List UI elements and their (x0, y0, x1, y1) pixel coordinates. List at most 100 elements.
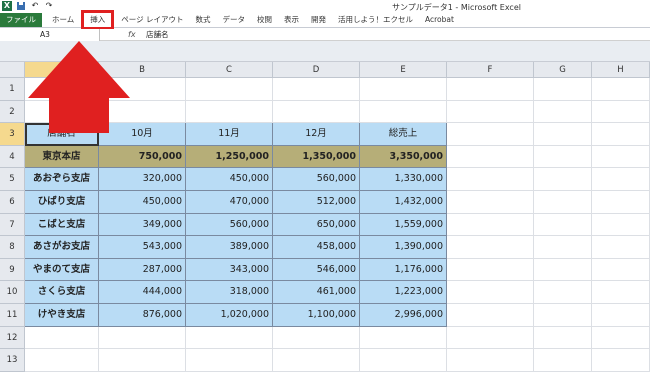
formula-input[interactable]: 店舗名 (146, 29, 169, 41)
cell[interactable] (360, 326, 447, 350)
cell[interactable] (447, 100, 534, 124)
cell[interactable] (447, 258, 534, 282)
cell[interactable] (592, 236, 650, 259)
cell[interactable] (447, 236, 534, 259)
cell[interactable] (534, 281, 592, 304)
sales-value-cell[interactable]: 1,330,000 (360, 168, 447, 191)
cell[interactable] (447, 191, 534, 214)
tab-review[interactable]: 校閲 (251, 13, 278, 27)
cell[interactable] (592, 213, 650, 237)
cell[interactable] (99, 349, 186, 372)
cell[interactable] (534, 213, 592, 237)
cell[interactable] (534, 168, 592, 191)
store-name-cell[interactable]: あおぞら支店 (25, 168, 99, 191)
sales-value-cell[interactable]: 1,176,000 (360, 258, 447, 282)
redo-icon[interactable]: ↷ (44, 1, 54, 11)
sales-value-cell[interactable]: 546,000 (273, 258, 360, 282)
sales-value-cell[interactable]: 1,020,000 (186, 304, 273, 327)
cell[interactable] (273, 100, 360, 124)
sales-value-cell[interactable]: 1,350,000 (273, 145, 360, 169)
name-box[interactable]: A3 (0, 29, 100, 41)
cell[interactable] (534, 304, 592, 327)
tab-formulas[interactable]: 数式 (190, 13, 217, 27)
cell[interactable] (186, 78, 273, 101)
cell[interactable] (592, 304, 650, 327)
cell[interactable] (592, 191, 650, 214)
cell[interactable] (592, 281, 650, 304)
sales-value-cell[interactable]: 650,000 (273, 213, 360, 237)
tab-acrobat[interactable]: Acrobat (419, 13, 460, 27)
cell[interactable] (534, 100, 592, 124)
cell[interactable] (534, 123, 592, 146)
table-header-cell[interactable]: 総売上 (360, 123, 447, 146)
sales-value-cell[interactable]: 470,000 (186, 191, 273, 214)
cell[interactable] (592, 258, 650, 282)
cell[interactable] (186, 326, 273, 350)
row-header-2[interactable]: 2 (0, 100, 25, 124)
cell[interactable] (447, 326, 534, 350)
sales-value-cell[interactable]: 750,000 (99, 145, 186, 169)
row-header-3[interactable]: 3 (0, 123, 25, 146)
cell[interactable] (273, 349, 360, 372)
row-header-10[interactable]: 10 (0, 281, 25, 304)
row-header-8[interactable]: 8 (0, 236, 25, 259)
sales-value-cell[interactable]: 287,000 (99, 258, 186, 282)
sales-value-cell[interactable]: 1,250,000 (186, 145, 273, 169)
sales-value-cell[interactable]: 560,000 (186, 213, 273, 237)
sales-value-cell[interactable]: 1,100,000 (273, 304, 360, 327)
cell[interactable] (447, 304, 534, 327)
sales-value-cell[interactable]: 389,000 (186, 236, 273, 259)
cell[interactable] (186, 349, 273, 372)
cell[interactable] (592, 123, 650, 146)
save-icon[interactable] (16, 1, 26, 11)
tab-file[interactable]: ファイル (0, 13, 42, 27)
cell[interactable] (447, 145, 534, 169)
cell[interactable] (447, 123, 534, 146)
sales-value-cell[interactable]: 343,000 (186, 258, 273, 282)
sales-value-cell[interactable]: 349,000 (99, 213, 186, 237)
cell[interactable] (99, 326, 186, 350)
sales-value-cell[interactable]: 461,000 (273, 281, 360, 304)
column-header-g[interactable]: G (534, 62, 592, 78)
row-header-4[interactable]: 4 (0, 145, 25, 169)
row-header-11[interactable]: 11 (0, 304, 25, 327)
column-header-c[interactable]: C (186, 62, 273, 78)
sales-value-cell[interactable]: 560,000 (273, 168, 360, 191)
cell[interactable] (25, 349, 99, 372)
store-name-cell[interactable]: やまのて支店 (25, 258, 99, 282)
sales-value-cell[interactable]: 512,000 (273, 191, 360, 214)
row-header-12[interactable]: 12 (0, 326, 25, 350)
undo-icon[interactable]: ↶ (30, 1, 40, 11)
sales-value-cell[interactable]: 444,000 (99, 281, 186, 304)
row-header-1[interactable]: 1 (0, 78, 25, 101)
store-name-cell[interactable]: 東京本店 (25, 145, 99, 169)
sales-value-cell[interactable]: 1,559,000 (360, 213, 447, 237)
cell[interactable] (360, 78, 447, 101)
column-header-h[interactable]: H (592, 62, 650, 78)
table-header-cell[interactable]: 11月 (186, 123, 273, 146)
cell[interactable] (447, 281, 534, 304)
tab-developer[interactable]: 開発 (305, 13, 332, 27)
row-header-9[interactable]: 9 (0, 258, 25, 282)
row-header-6[interactable]: 6 (0, 191, 25, 214)
cell[interactable] (447, 213, 534, 237)
row-header-7[interactable]: 7 (0, 213, 25, 237)
cell[interactable] (592, 145, 650, 169)
cell[interactable] (25, 326, 99, 350)
cell[interactable] (534, 78, 592, 101)
cell[interactable] (360, 100, 447, 124)
store-name-cell[interactable]: けやき支店 (25, 304, 99, 327)
sales-value-cell[interactable]: 1,432,000 (360, 191, 447, 214)
cell[interactable] (592, 100, 650, 124)
cell[interactable] (534, 258, 592, 282)
tab-insert[interactable]: 挿入 (81, 10, 115, 30)
sales-value-cell[interactable]: 318,000 (186, 281, 273, 304)
cell[interactable] (534, 349, 592, 372)
store-name-cell[interactable]: あさがお支店 (25, 236, 99, 259)
sales-value-cell[interactable]: 543,000 (99, 236, 186, 259)
cell[interactable] (592, 349, 650, 372)
cell[interactable] (447, 168, 534, 191)
store-name-cell[interactable]: こばと支店 (25, 213, 99, 237)
sales-value-cell[interactable]: 458,000 (273, 236, 360, 259)
cell[interactable] (360, 349, 447, 372)
